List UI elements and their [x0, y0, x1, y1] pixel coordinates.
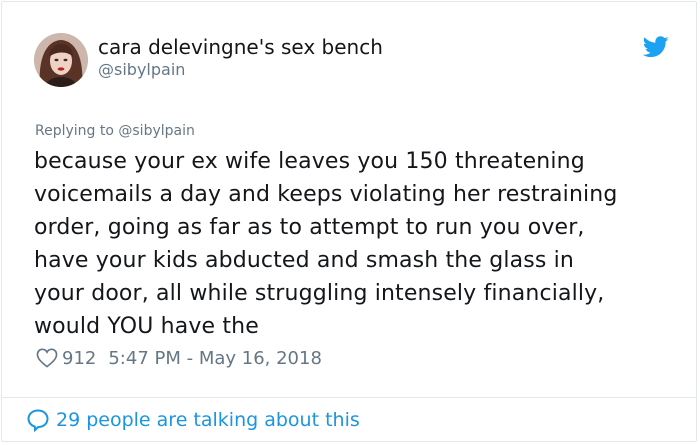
profile-photo — [34, 33, 88, 87]
tweet-card: cara delevingne's sex bench @sibylpain R… — [1, 1, 697, 442]
divider — [2, 397, 696, 398]
tweet-line: order, going as far as to attempt to run… — [34, 215, 585, 240]
tweet-line: would YOU have the — [34, 314, 259, 339]
twitter-bird-icon[interactable] — [643, 36, 669, 58]
replying-to: Replying to @sibylpain — [35, 122, 195, 140]
tweet-meta: 912 5:47 PM - May 16, 2018 — [36, 346, 322, 370]
reply-mention-link[interactable]: @sibylpain — [118, 123, 194, 139]
heart-icon[interactable] — [36, 348, 58, 368]
tweet-line: have your kids abducted and smash the gl… — [34, 248, 574, 273]
conversation-label: 29 people are talking about this — [56, 409, 360, 431]
replying-prefix: Replying to — [35, 123, 114, 139]
speech-bubble-icon — [27, 409, 49, 432]
user-handle[interactable]: @sibylpain — [98, 60, 185, 80]
tweet-line: because your ex wife leaves you 150 thre… — [34, 149, 585, 174]
like-count[interactable]: 912 — [62, 348, 96, 369]
avatar[interactable] — [34, 33, 88, 87]
tweet-line: your door, all while struggling intensel… — [34, 281, 605, 306]
tweet-text: because your ex wife leaves you 150 thre… — [34, 145, 684, 343]
timestamp[interactable]: 5:47 PM - May 16, 2018 — [108, 348, 322, 369]
display-name[interactable]: cara delevingne's sex bench — [98, 34, 383, 60]
conversation-link[interactable]: 29 people are talking about this — [26, 408, 360, 432]
tweet-line: voicemails a day and keeps violating her… — [34, 182, 618, 207]
